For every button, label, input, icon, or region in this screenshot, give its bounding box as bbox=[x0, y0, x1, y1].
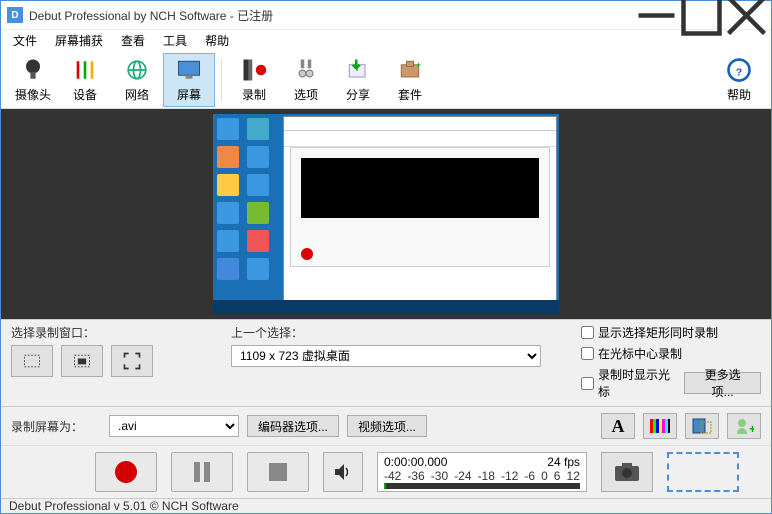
timeline: 0:00:00.00024 fps -42-36-30-24-18-12-606… bbox=[377, 452, 587, 492]
audio-button[interactable] bbox=[323, 452, 363, 492]
tool-record-label: 录制 bbox=[242, 86, 266, 103]
select-fullscreen-button[interactable] bbox=[111, 345, 153, 377]
desktop-preview bbox=[213, 114, 559, 314]
chk-center-cursor[interactable]: 在光标中心录制 bbox=[581, 345, 761, 362]
tool-options-label: 选项 bbox=[294, 86, 318, 103]
tool-record[interactable]: 录制 bbox=[228, 53, 280, 107]
close-button[interactable] bbox=[724, 1, 769, 29]
tool-suite[interactable]: + 套件 bbox=[384, 53, 436, 107]
watermark-button[interactable]: + bbox=[727, 413, 761, 439]
pause-button[interactable] bbox=[171, 452, 233, 492]
encoder-options-button[interactable]: 编码器选项... bbox=[247, 415, 339, 437]
status-text: Debut Professional v 5.01 © NCH Software bbox=[9, 499, 239, 513]
tool-network[interactable]: 网络 bbox=[111, 53, 163, 107]
prev-selection-combo[interactable]: 1109 x 723 虚拟桌面 bbox=[231, 345, 541, 367]
chk-show-cursor[interactable]: 录制时显示光标 bbox=[581, 366, 676, 400]
format-label: 录制屏幕为： bbox=[11, 418, 101, 435]
menu-capture[interactable]: 屏幕捕获 bbox=[47, 30, 111, 51]
tool-options[interactable]: 选项 bbox=[280, 53, 332, 107]
timeline-fps: 24 fps bbox=[547, 455, 580, 469]
menu-file[interactable]: 文件 bbox=[5, 30, 45, 51]
tool-screen[interactable]: 屏幕 bbox=[163, 53, 215, 107]
tool-network-label: 网络 bbox=[125, 86, 149, 103]
svg-text:?: ? bbox=[736, 66, 742, 78]
video-options-button[interactable]: 视频选项... bbox=[347, 415, 427, 437]
svg-text:+: + bbox=[415, 59, 421, 71]
menu-tools[interactable]: 工具 bbox=[155, 30, 195, 51]
select-window-button[interactable] bbox=[61, 345, 103, 377]
tool-camera[interactable]: 摄像头 bbox=[7, 53, 59, 107]
color-adjust-button[interactable] bbox=[643, 413, 677, 439]
tool-share[interactable]: 分享 bbox=[332, 53, 384, 107]
format-ext-combo[interactable]: .avi bbox=[109, 415, 239, 437]
effects-button[interactable] bbox=[685, 413, 719, 439]
tool-camera-label: 摄像头 bbox=[15, 86, 51, 103]
tool-device-label: 设备 bbox=[73, 86, 97, 103]
tool-screen-label: 屏幕 bbox=[177, 86, 201, 103]
drop-target[interactable] bbox=[667, 452, 739, 492]
tool-device[interactable]: 设备 bbox=[59, 53, 111, 107]
window-title: Debut Professional by NCH Software - 已注册 bbox=[29, 7, 634, 24]
tool-suite-label: 套件 bbox=[398, 86, 422, 103]
menu-view[interactable]: 查看 bbox=[113, 30, 153, 51]
tool-share-label: 分享 bbox=[346, 86, 370, 103]
svg-text:+: + bbox=[749, 422, 754, 435]
timeline-time: 0:00:00.000 bbox=[384, 455, 447, 469]
menu-help[interactable]: 帮助 bbox=[197, 30, 237, 51]
prev-selection-label: 上一个选择： bbox=[231, 324, 551, 341]
tool-help[interactable]: ? 帮助 bbox=[713, 53, 765, 107]
more-options-button[interactable]: 更多选项... bbox=[684, 372, 761, 394]
minimize-button[interactable] bbox=[634, 1, 679, 29]
preview-area bbox=[1, 109, 771, 319]
record-button[interactable] bbox=[95, 452, 157, 492]
maximize-button[interactable] bbox=[679, 1, 724, 29]
chk-show-rect[interactable]: 显示选择矩形同时录制 bbox=[581, 324, 761, 341]
text-overlay-button[interactable]: A bbox=[601, 413, 635, 439]
stop-button[interactable] bbox=[247, 452, 309, 492]
snapshot-button[interactable] bbox=[601, 452, 653, 492]
app-icon: D bbox=[7, 7, 23, 23]
select-window-label: 选择录制窗口： bbox=[11, 324, 201, 341]
tool-help-label: 帮助 bbox=[727, 86, 751, 103]
select-rect-button[interactable] bbox=[11, 345, 53, 377]
